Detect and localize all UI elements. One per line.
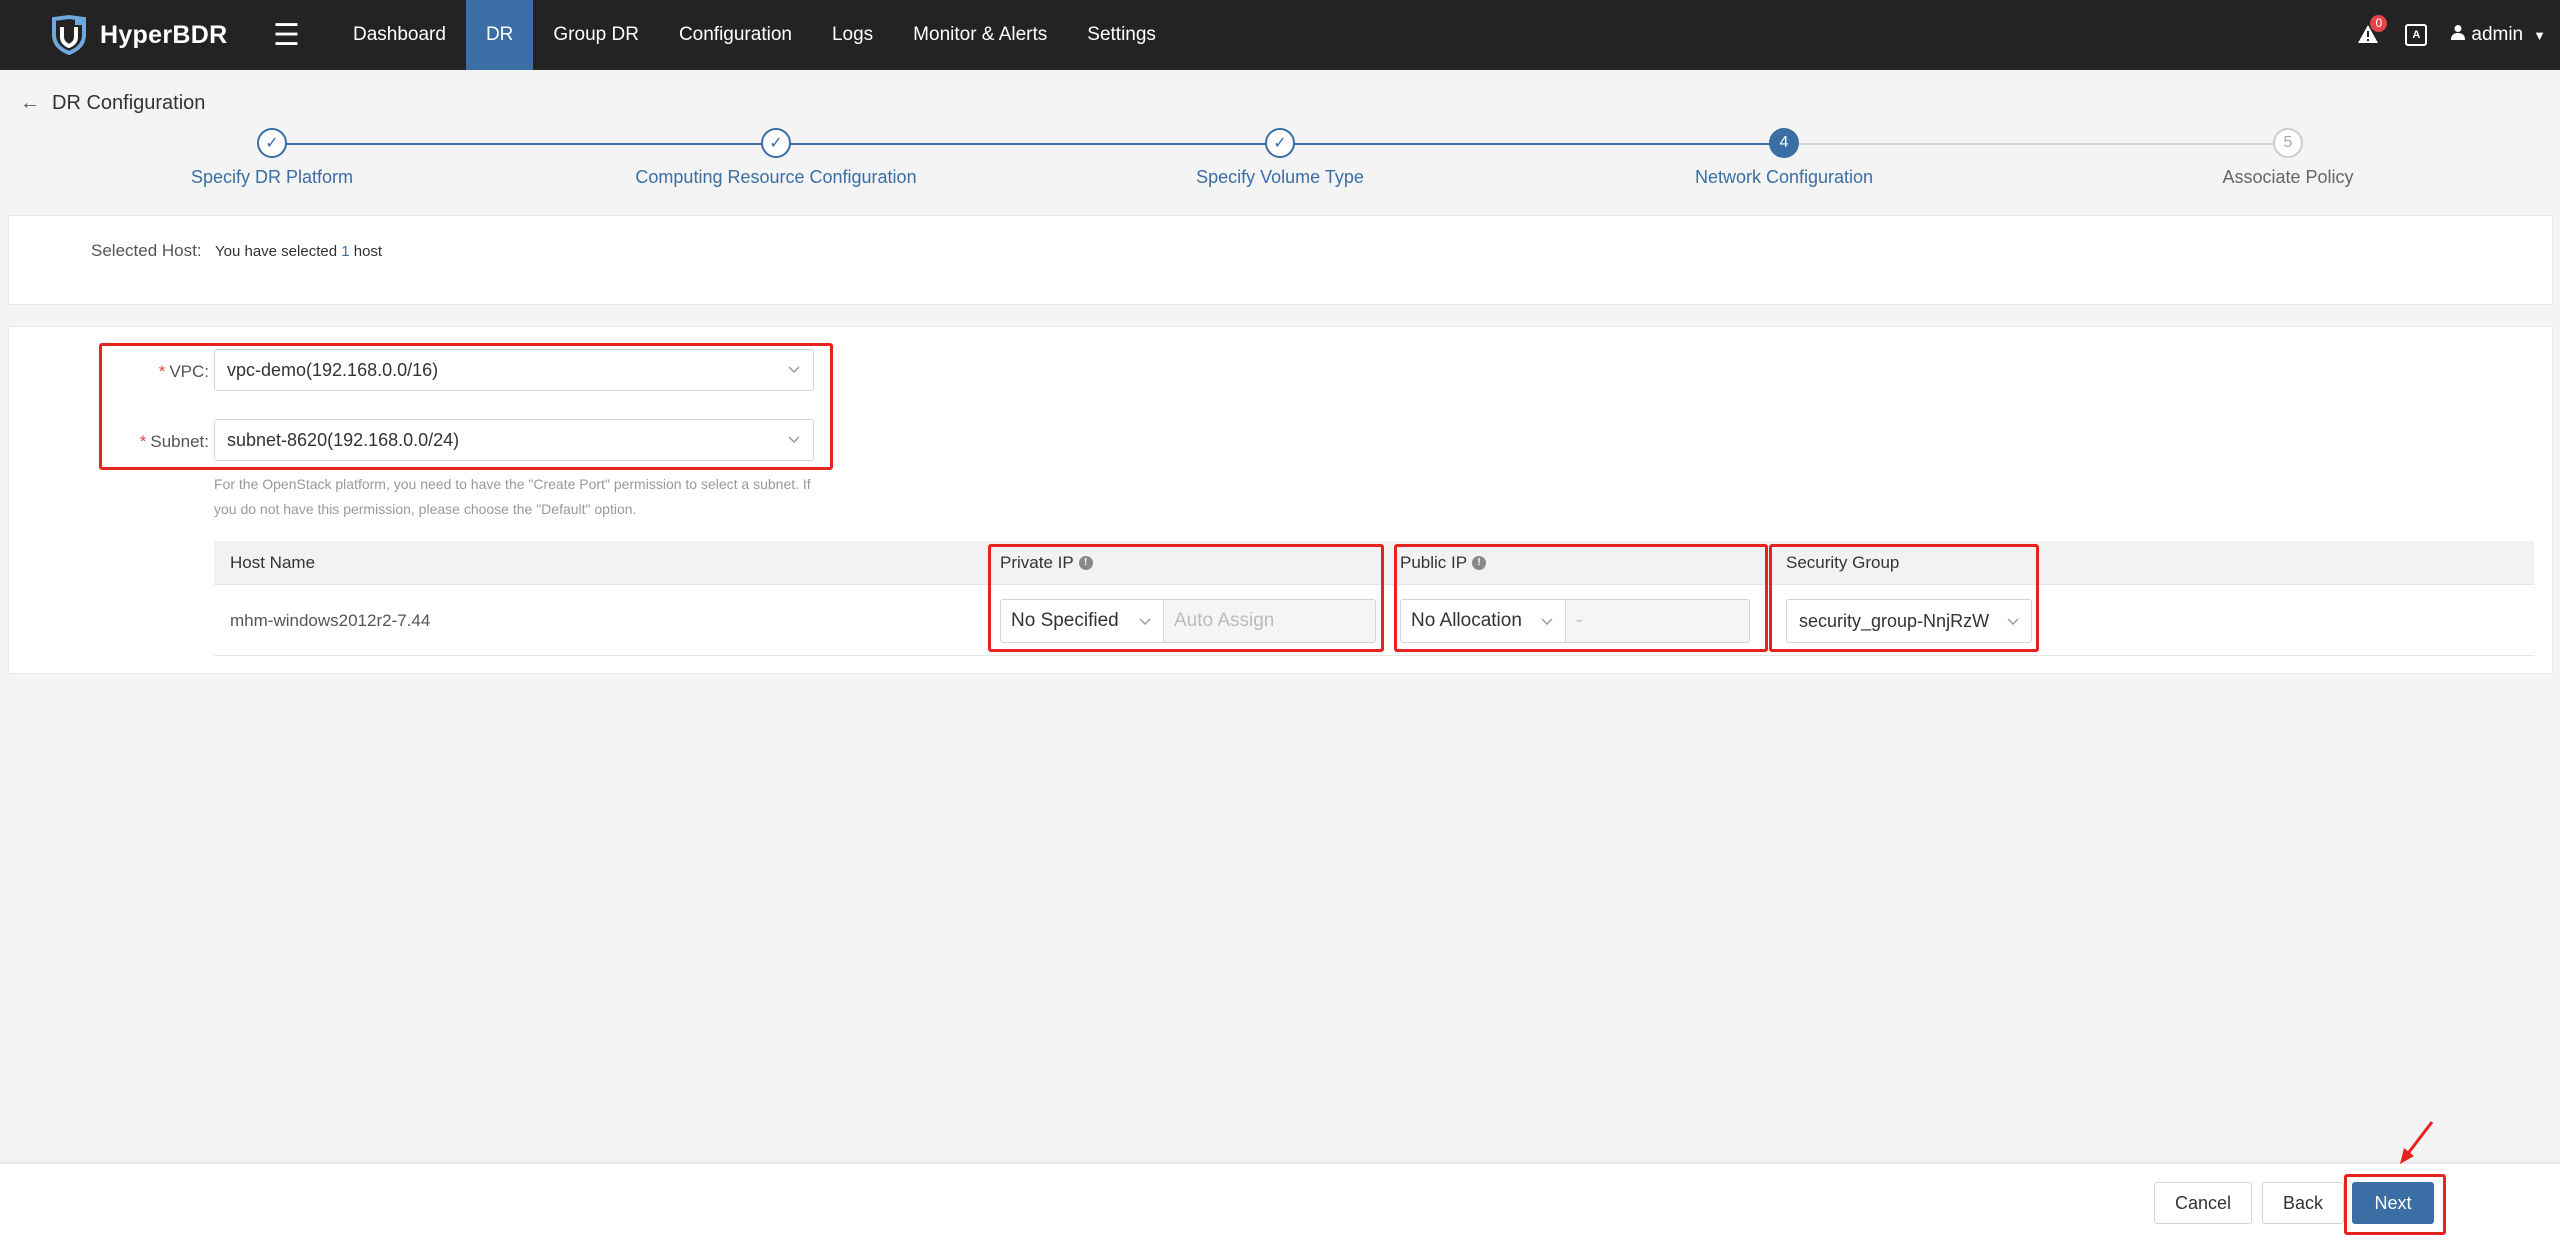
step-associate-policy: 5 Associate Policy [2088,128,2488,188]
step-label: Specify Volume Type [1196,167,1364,187]
nav-item-dr[interactable]: DR [465,0,534,70]
step-computing-resource[interactable]: ✓ Computing Resource Configuration [576,128,976,188]
wizard-stepper: ✓ Specify DR Platform ✓ Computing Resour… [0,128,2560,198]
page-header: ← DR Configuration [20,92,205,115]
wizard-footer: Cancel Back Next [0,1163,2560,1240]
security-group-highlight [1769,544,2039,652]
public-ip-highlight [1394,544,1768,652]
nav-item-dashboard[interactable]: Dashboard [333,0,466,70]
back-arrow-icon[interactable]: ← [20,92,40,115]
selected-count[interactable]: 1 [341,243,349,260]
language-icon[interactable]: A [2405,24,2428,46]
step-network-configuration: 4 Network Configuration [1584,128,1984,188]
step-specify-volume-type[interactable]: ✓ Specify Volume Type [1080,128,1480,188]
step-number: 5 [2273,128,2303,158]
nav-item-logs[interactable]: Logs [812,0,893,70]
stepper-line-completed [272,143,1784,145]
selected-host-panel: Selected Host: You have selected 1 host [8,215,2553,305]
selected-host-summary: You have selected 1 host [215,243,382,260]
cancel-button[interactable]: Cancel [2154,1182,2252,1224]
notification-button[interactable]: 0 [2357,15,2388,47]
main-nav: Dashboard DR Group DR Configuration Logs… [333,0,1176,70]
check-icon: ✓ [761,128,791,158]
private-ip-highlight [988,544,1384,652]
next-highlight [2344,1174,2446,1235]
subnet-hint: For the OpenStack platform, you need to … [214,476,811,517]
menu-toggle-icon[interactable]: ☰ [273,18,313,53]
check-icon: ✓ [257,128,287,158]
selected-suffix: host [353,243,383,260]
step-label: Computing Resource Configuration [635,167,917,187]
app-logo[interactable]: HyperBDR [48,15,248,55]
nav-item-group-dr[interactable]: Group DR [533,0,659,70]
notification-badge: 0 [2370,15,2388,32]
caret-down-icon: ▼ [2533,27,2546,43]
step-number: 4 [1769,128,1799,158]
top-navigation-bar: HyperBDR ☰ Dashboard DR Group DR Configu… [0,0,2560,70]
hyperbdr-logo-icon [52,15,86,55]
selected-host-label: Selected Host: [91,241,202,260]
username: admin [2471,24,2524,45]
step-label: Network Configuration [1694,167,1874,187]
selected-prefix: You have selected [215,243,338,260]
red-annotation-arrow-icon [2400,1121,2434,1164]
host-name-cell: mhm-windows2012r2-7.44 [230,611,431,630]
network-config-panel: * VPC: vpc-demo(192.168.0.0/16) * Subnet: … [8,326,2553,674]
topbar-actions: 0 A admin ▼ [2357,0,2560,70]
user-menu[interactable]: admin ▼ [2451,24,2546,46]
header-host-name: Host Name [230,553,316,572]
nav-item-configuration[interactable]: Configuration [659,0,812,70]
step-specify-dr-platform[interactable]: ✓ Specify DR Platform [72,128,472,188]
app-name: HyperBDR [100,20,228,49]
nav-item-monitor-alerts[interactable]: Monitor & Alerts [893,0,1067,70]
step-label: Associate Policy [2222,167,2354,187]
page-title: DR Configuration [52,92,206,114]
back-button[interactable]: Back [2262,1182,2344,1224]
vpc-subnet-highlight [99,343,833,470]
check-icon: ✓ [1265,128,1295,158]
user-icon [2451,24,2466,46]
step-label: Specify DR Platform [190,167,354,187]
nav-item-settings[interactable]: Settings [1067,0,1176,70]
